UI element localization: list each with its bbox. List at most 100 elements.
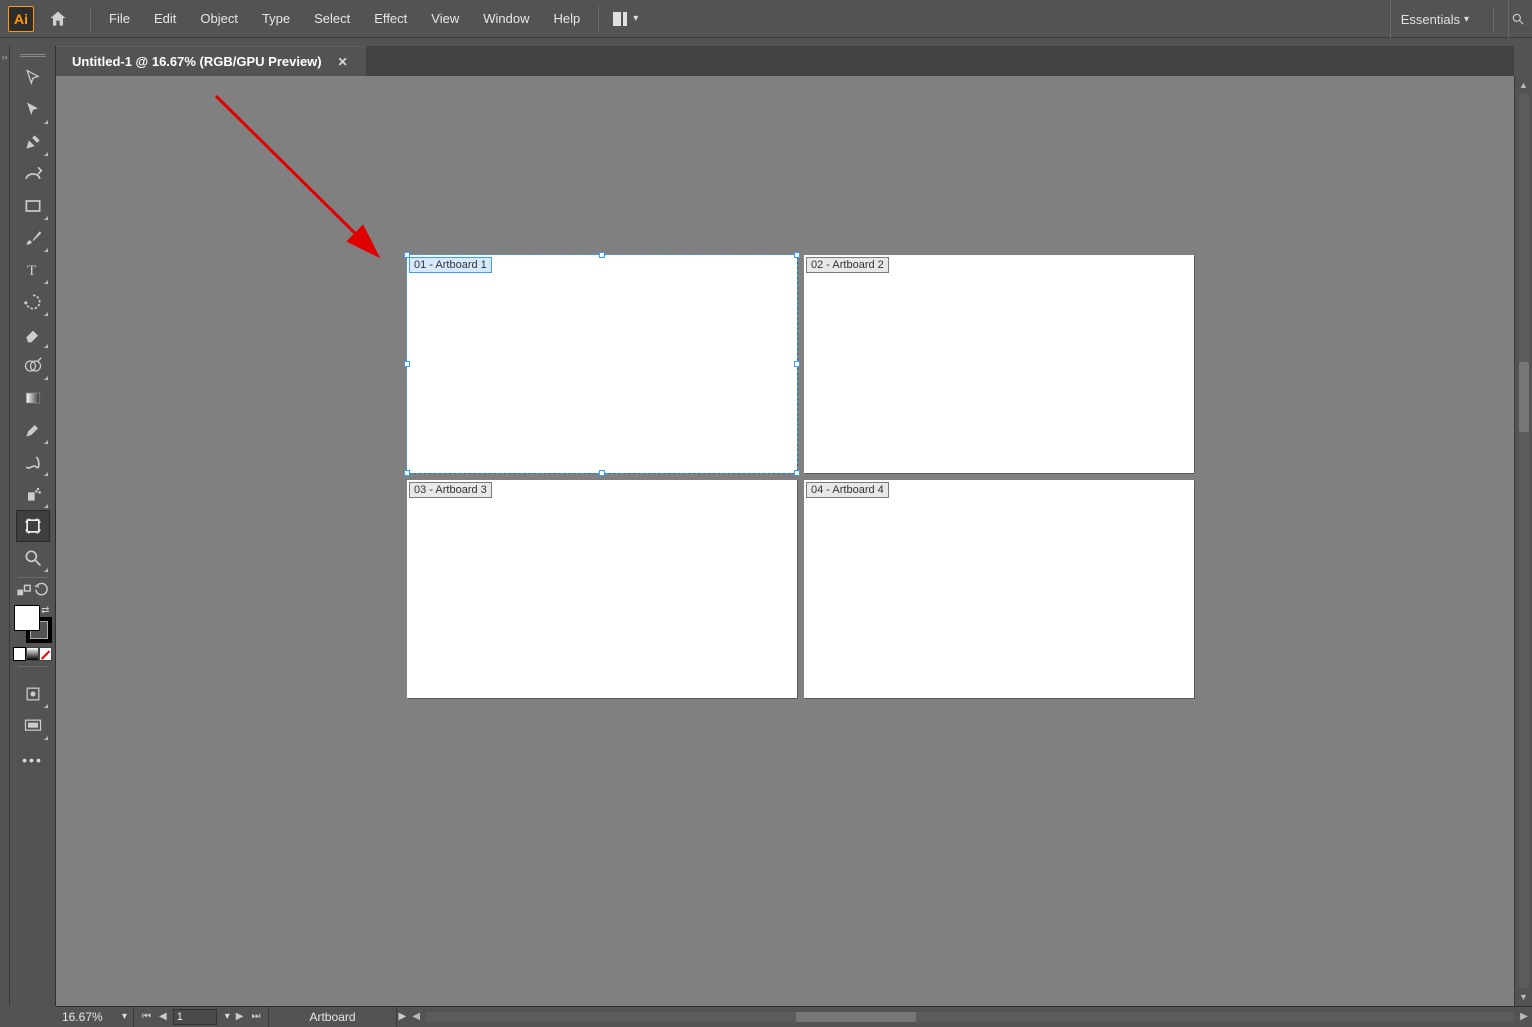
pen-tool[interactable] <box>16 126 50 158</box>
color-mode-solid[interactable] <box>13 647 26 661</box>
menubar-divider <box>598 6 599 32</box>
gradient-tool[interactable] <box>16 382 50 414</box>
eyedropper-icon <box>23 420 43 440</box>
artboard-tool[interactable] <box>16 510 50 542</box>
search-button[interactable] <box>1508 0 1526 38</box>
nav-first-button[interactable]: ⏮ <box>140 1011 153 1022</box>
selection-handle[interactable] <box>404 470 410 476</box>
selection-handle[interactable] <box>599 470 605 476</box>
selection-handle[interactable] <box>404 361 410 367</box>
swap-icon <box>16 581 33 601</box>
scroll-left-button[interactable]: ◀ <box>408 1011 424 1022</box>
chevron-down-icon: ▾ <box>633 13 638 24</box>
menubar-divider <box>90 6 91 32</box>
fill-stroke-control[interactable]: ⇄ <box>14 605 52 643</box>
canvas[interactable]: 01 - Artboard 1 02 - Artboard 2 03 - Artbo… <box>56 76 1514 1006</box>
status-menu-button[interactable]: ▶ <box>397 1011 409 1022</box>
screen-mode-button[interactable] <box>16 710 50 742</box>
scroll-up-button[interactable]: ▲ <box>1515 76 1532 94</box>
workspace-switcher[interactable]: Essentials ▾ <box>1390 0 1479 38</box>
artboard-label[interactable]: 02 - Artboard 2 <box>806 257 889 273</box>
paintbrush-tool[interactable] <box>16 222 50 254</box>
nav-last-button[interactable]: ⏭ <box>249 1011 262 1022</box>
shape-builder-tool[interactable] <box>16 350 50 382</box>
selection-handle[interactable] <box>599 252 605 258</box>
eraser-icon <box>23 324 43 344</box>
eraser-tool[interactable] <box>16 318 50 350</box>
scroll-right-button[interactable]: ▶ <box>1516 1011 1532 1022</box>
tool-panel: T ⇄ <box>10 46 56 892</box>
color-mode-none[interactable] <box>39 647 52 661</box>
scroll-down-button[interactable]: ▼ <box>1515 988 1532 1006</box>
zoom-tool[interactable] <box>16 542 50 574</box>
status-bar: 16.67% ▾ ⏮ ◀ ▾ ▶ ⏭ Artboard ▶ ◀ ▶ <box>56 1006 1532 1026</box>
rectangle-icon <box>23 196 43 216</box>
selection-tool[interactable] <box>16 62 50 94</box>
document-tab[interactable]: Untitled-1 @ 16.67% (RGB/GPU Preview) ✕ <box>56 46 366 76</box>
scroll-thumb[interactable] <box>1519 362 1529 432</box>
artboard[interactable]: 02 - Artboard 2 <box>804 255 1194 473</box>
arrange-documents-button[interactable]: ▾ <box>613 9 641 29</box>
vertical-scrollbar[interactable]: ▲ ▼ <box>1514 76 1532 1006</box>
selection-handle[interactable] <box>794 361 800 367</box>
app-logo[interactable]: Ai <box>8 6 34 32</box>
zoom-level[interactable]: 16.67% ▾ <box>56 1007 134 1027</box>
rotate-tool[interactable] <box>16 286 50 318</box>
selection-handle[interactable] <box>794 470 800 476</box>
fill-swatch[interactable] <box>14 605 40 631</box>
type-tool[interactable]: T <box>16 254 50 286</box>
search-icon <box>1511 12 1525 26</box>
symbol-sprayer-tool[interactable] <box>16 478 50 510</box>
tool-separator <box>18 577 48 578</box>
menu-select[interactable]: Select <box>302 0 362 38</box>
menu-help[interactable]: Help <box>541 0 592 38</box>
direct-selection-tool[interactable] <box>16 94 50 126</box>
selection-handle[interactable] <box>794 252 800 258</box>
status-tool-indicator[interactable]: Artboard <box>269 1007 396 1027</box>
menu-edit[interactable]: Edit <box>142 0 188 38</box>
artboard-number-input[interactable] <box>173 1009 217 1025</box>
curvature-tool[interactable] <box>16 158 50 190</box>
swap-fillstroke-button[interactable] <box>16 581 50 601</box>
zoom-value: 16.67% <box>62 1010 114 1024</box>
zoom-icon <box>23 548 43 568</box>
scroll-track[interactable] <box>1519 94 1529 988</box>
screen-mode-icon <box>23 716 43 736</box>
svg-text:T: T <box>27 263 36 279</box>
home-button[interactable] <box>44 5 72 33</box>
blob-brush-icon <box>23 452 43 472</box>
rectangle-tool[interactable] <box>16 190 50 222</box>
artboard-icon <box>23 516 43 536</box>
document-tab-title: Untitled-1 @ 16.67% (RGB/GPU Preview) <box>72 54 322 69</box>
panel-grip[interactable] <box>13 50 53 60</box>
menu-window[interactable]: Window <box>471 0 541 38</box>
rotate-icon <box>23 292 43 312</box>
menu-effect[interactable]: Effect <box>362 0 419 38</box>
arrange-icon <box>613 12 621 26</box>
eyedropper-tool[interactable] <box>16 414 50 446</box>
swap-arrow-icon[interactable]: ⇄ <box>41 605 49 616</box>
close-tab-button[interactable]: ✕ <box>336 53 350 71</box>
artboard-label[interactable]: 01 - Artboard 1 <box>409 257 492 273</box>
blob-brush-tool[interactable] <box>16 446 50 478</box>
artboard[interactable]: 03 - Artboard 3 <box>407 480 797 698</box>
horizontal-scrollbar[interactable]: ◀ ▶ <box>408 1011 1532 1022</box>
artboard[interactable]: 01 - Artboard 1 <box>407 255 797 473</box>
chevron-down-icon[interactable]: ▾ <box>225 1011 230 1022</box>
nav-prev-button[interactable]: ◀ <box>157 1011 169 1022</box>
menu-type[interactable]: Type <box>250 0 302 38</box>
menu-object[interactable]: Object <box>188 0 250 38</box>
edit-toolbar-button[interactable]: ••• <box>22 752 43 768</box>
selection-handle[interactable] <box>404 252 410 258</box>
menu-view[interactable]: View <box>419 0 471 38</box>
toolbar-collapse-handle[interactable]: ›› <box>0 46 10 1006</box>
scroll-track[interactable] <box>426 1012 1514 1022</box>
scroll-thumb[interactable] <box>796 1012 916 1022</box>
draw-mode-button[interactable] <box>16 678 50 710</box>
artboard[interactable]: 04 - Artboard 4 <box>804 480 1194 698</box>
artboard-label[interactable]: 03 - Artboard 3 <box>409 482 492 498</box>
menu-file[interactable]: File <box>97 0 142 38</box>
nav-next-button[interactable]: ▶ <box>234 1011 246 1022</box>
color-mode-gradient[interactable] <box>26 647 39 661</box>
artboard-label[interactable]: 04 - Artboard 4 <box>806 482 889 498</box>
